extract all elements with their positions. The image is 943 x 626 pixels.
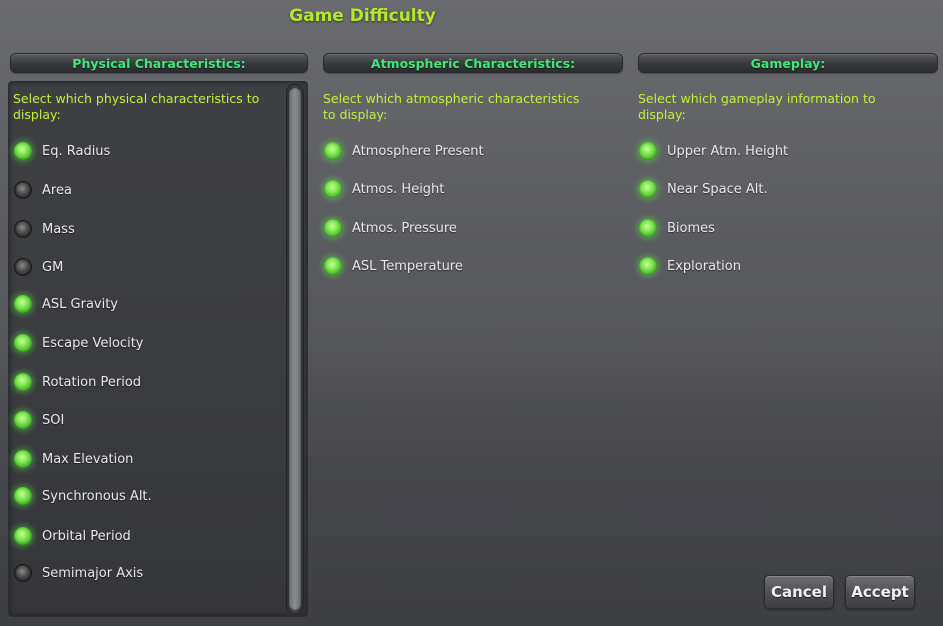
cancel-button[interactable]: Cancel xyxy=(764,575,834,609)
toggle-led-icon xyxy=(14,487,32,505)
toggle-label: Rotation Period xyxy=(42,374,142,390)
atmospheric-instructions: Select which atmospheric characteristics… xyxy=(323,91,580,122)
toggle-orbital-period[interactable]: Orbital Period xyxy=(14,525,131,547)
toggle-near-space-alt[interactable]: Near Space Alt. xyxy=(639,178,768,200)
toggle-atmos-height[interactable]: Atmos. Height xyxy=(324,178,444,200)
toggle-led-icon xyxy=(14,295,32,313)
toggle-label: Mass xyxy=(42,221,75,237)
toggle-led-icon xyxy=(14,564,32,582)
toggle-led-icon xyxy=(14,450,32,468)
toggle-led-icon xyxy=(14,258,32,276)
toggle-led-icon xyxy=(639,142,657,160)
toggle-asl-gravity[interactable]: ASL Gravity xyxy=(14,293,118,315)
toggle-led-icon xyxy=(324,219,342,237)
toggle-upper-atm-height[interactable]: Upper Atm. Height xyxy=(639,140,788,162)
toggle-mass[interactable]: Mass xyxy=(14,218,75,240)
toggle-led-icon xyxy=(639,219,657,237)
toggle-label: Biomes xyxy=(667,220,715,236)
toggle-label: ASL Temperature xyxy=(352,258,463,274)
window-title: Game Difficulty xyxy=(289,6,436,26)
toggle-gm[interactable]: GM xyxy=(14,256,63,278)
toggle-label: Atmos. Pressure xyxy=(352,220,457,236)
toggle-atmos-pressure[interactable]: Atmos. Pressure xyxy=(324,217,457,239)
toggle-escape-velocity[interactable]: Escape Velocity xyxy=(14,332,143,354)
toggle-led-icon xyxy=(14,411,32,429)
toggle-label: Max Elevation xyxy=(42,451,134,467)
toggle-synchronous-alt[interactable]: Synchronous Alt. xyxy=(14,485,152,507)
toggle-led-icon xyxy=(14,142,32,160)
toggle-led-icon xyxy=(14,220,32,238)
toggle-label: Synchronous Alt. xyxy=(42,488,152,504)
toggle-label: Semimajor Axis xyxy=(42,565,144,581)
toggle-led-icon xyxy=(14,334,32,352)
toggle-led-icon xyxy=(324,180,342,198)
toggle-led-icon xyxy=(14,527,32,545)
toggle-label: Orbital Period xyxy=(42,528,131,544)
toggle-led-icon xyxy=(14,373,32,391)
scrollbar-thumb[interactable] xyxy=(289,88,301,610)
atmospheric-characteristics-header: Atmospheric Characteristics: xyxy=(323,53,623,73)
toggle-label: Area xyxy=(42,182,72,198)
toggle-max-elevation[interactable]: Max Elevation xyxy=(14,448,133,470)
toggle-label: Escape Velocity xyxy=(42,335,144,351)
toggle-led-icon xyxy=(639,180,657,198)
toggle-asl-temperature[interactable]: ASL Temperature xyxy=(324,255,463,277)
toggle-biomes[interactable]: Biomes xyxy=(639,217,715,239)
toggle-label: ASL Gravity xyxy=(42,296,119,312)
toggle-label: Exploration xyxy=(667,258,741,274)
toggle-soi[interactable]: SOI xyxy=(14,409,64,431)
gameplay-header: Gameplay: xyxy=(638,53,938,73)
gameplay-instructions: Select which gameplay information to dis… xyxy=(638,91,876,122)
toggle-label: Atmosphere Present xyxy=(352,143,484,159)
toggle-led-icon xyxy=(639,257,657,275)
toggle-label: Upper Atm. Height xyxy=(667,143,789,159)
toggle-area[interactable]: Area xyxy=(14,179,72,201)
accept-button[interactable]: Accept xyxy=(845,575,915,609)
toggle-label: Near Space Alt. xyxy=(667,181,768,197)
toggle-led-icon xyxy=(14,181,32,199)
physical-instructions: Select which physical characteristics to… xyxy=(13,91,260,122)
toggle-label: SOI xyxy=(42,412,65,428)
toggle-eq-radius[interactable]: Eq. Radius xyxy=(14,140,110,162)
toggle-semimajor-axis[interactable]: Semimajor Axis xyxy=(14,562,143,584)
toggle-label: Eq. Radius xyxy=(42,143,111,159)
physical-panel-scrollbar[interactable] xyxy=(286,84,304,614)
toggle-led-icon xyxy=(324,257,342,275)
toggle-label: GM xyxy=(42,259,64,275)
toggle-exploration[interactable]: Exploration xyxy=(639,255,741,277)
toggle-rotation-period[interactable]: Rotation Period xyxy=(14,371,141,393)
toggle-led-icon xyxy=(324,142,342,160)
toggle-label: Atmos. Height xyxy=(352,181,445,197)
physical-characteristics-header: Physical Characteristics: xyxy=(10,53,308,73)
toggle-atmosphere-present[interactable]: Atmosphere Present xyxy=(324,140,484,162)
